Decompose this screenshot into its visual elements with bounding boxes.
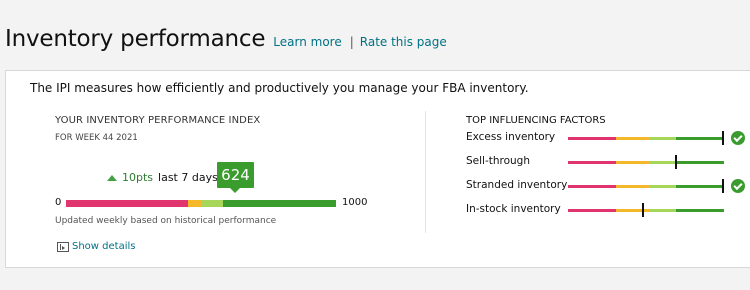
ipi-change: 10pts last 7 days (107, 171, 218, 184)
ipi-score-badge: 624 (217, 162, 254, 188)
factor-marker (675, 155, 678, 169)
ipi-scale-min: 0 (55, 197, 62, 208)
expand-panel-icon (57, 241, 69, 252)
up-arrow-icon (107, 174, 117, 181)
factor-label: In-stock inventory (466, 203, 561, 215)
factor-marker (722, 179, 724, 193)
factor-row-stranded-inventory: Stranded inventory (466, 179, 750, 195)
factor-marker (722, 131, 724, 145)
factor-bar (568, 185, 724, 188)
factor-bar (568, 209, 724, 212)
rate-this-page-link[interactable]: Rate this page (360, 35, 447, 49)
factor-marker (642, 203, 645, 217)
check-icon (731, 131, 745, 145)
page-title: Inventory performance (5, 26, 266, 52)
ipi-bar-lime-segment (201, 200, 223, 207)
factor-row-in-stock-inventory: In-stock inventory (466, 203, 750, 219)
ipi-week: FOR WEEK 44 2021 (55, 133, 138, 143)
ipi-scale-max: 1000 (342, 197, 368, 208)
factor-label: Stranded inventory (466, 179, 568, 191)
inventory-performance-card: The IPI measures how efficiently and pro… (5, 70, 750, 268)
check-icon (731, 179, 745, 193)
ipi-bar-green-segment (222, 200, 336, 207)
ipi-update-note: Updated weekly based on historical perfo… (55, 216, 277, 226)
section-divider (425, 111, 426, 233)
learn-more-link[interactable]: Learn more (273, 35, 341, 49)
show-details-button[interactable]: Show details (57, 241, 135, 252)
ipi-bar-yellow-segment (187, 200, 201, 207)
factor-row-sell-through: Sell-through (466, 155, 750, 171)
factor-label: Sell-through (466, 155, 531, 167)
factors-heading: TOP INFLUENCING FACTORS (466, 115, 606, 126)
ipi-heading: YOUR INVENTORY PERFORMANCE INDEX (55, 115, 261, 126)
header-separator: | (349, 35, 354, 49)
factor-row-excess-inventory: Excess inventory (466, 131, 750, 147)
show-details-label: Show details (72, 241, 136, 252)
ipi-bar-red-segment (66, 200, 188, 207)
page-header: Inventory performance Learn more | Rate … (5, 26, 447, 52)
factor-bar (568, 161, 724, 164)
ipi-score-pointer (230, 188, 240, 193)
factor-bar (568, 137, 724, 140)
factor-label: Excess inventory (466, 131, 556, 143)
ipi-change-points: 10pts (122, 171, 154, 184)
ipi-change-period: last 7 days (158, 171, 218, 184)
ipi-description: The IPI measures how efficiently and pro… (30, 81, 529, 95)
ipi-score-bar (66, 200, 336, 207)
